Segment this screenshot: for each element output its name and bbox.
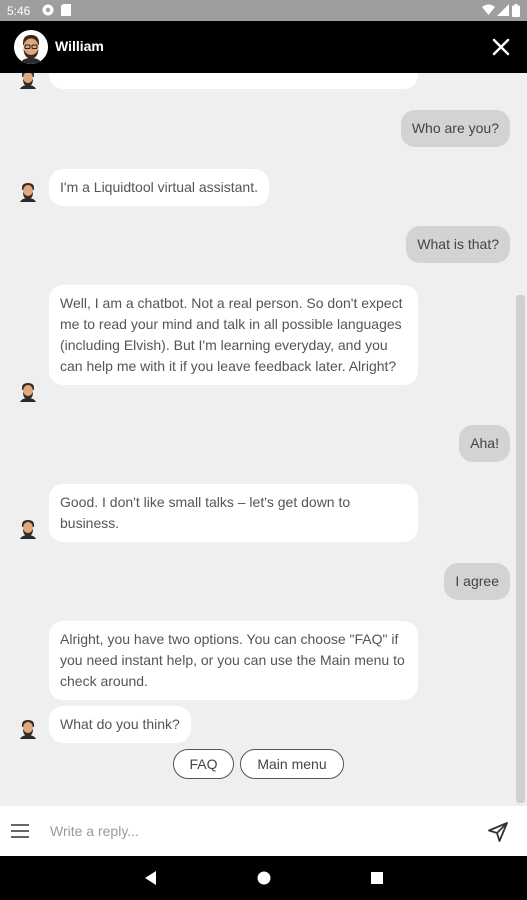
bot-message-bubble: What do you think?: [49, 706, 191, 743]
chat-header: William: [0, 21, 527, 73]
bot-message-bubble: Good. I don't like small talks – let's g…: [49, 484, 418, 542]
quick-reply-faq-button[interactable]: FAQ: [173, 749, 234, 779]
bot-avatar-icon: [20, 520, 36, 539]
user-message-bubble: Who are you?: [400, 110, 510, 147]
bot-message-bubble: Well, I am a chatbot. Not a real person.…: [49, 285, 418, 385]
bot-message-bubble: Alright, you have two options. You can c…: [49, 621, 418, 700]
back-icon[interactable]: [143, 870, 159, 886]
chat-transcript[interactable]: Who are you? I'm a Liquidtool virtual as…: [0, 73, 527, 806]
status-time: 5:46: [7, 4, 31, 18]
reply-input[interactable]: [50, 820, 450, 842]
user-message-bubble: What is that?: [406, 226, 510, 263]
bot-avatar-icon: [20, 183, 36, 202]
user-message-bubble: Aha!: [459, 425, 510, 462]
bot-avatar-icon: [20, 720, 36, 739]
send-icon[interactable]: [487, 821, 509, 843]
bot-avatar-icon: [20, 73, 36, 89]
signal-icon: [497, 4, 509, 16]
recents-icon[interactable]: [369, 870, 385, 886]
reply-composer: [0, 806, 527, 856]
chat-scrollbar[interactable]: [516, 295, 525, 803]
user-message-bubble: I agree: [444, 563, 510, 600]
system-navigation-bar: [0, 856, 527, 900]
quick-reply-main-menu-button[interactable]: Main menu: [240, 749, 344, 779]
wifi-icon: [482, 4, 495, 15]
bot-avatar-icon: [20, 383, 36, 402]
battery-icon: [512, 4, 520, 17]
sd-card-icon: [61, 4, 71, 16]
assistant-name: William: [55, 38, 104, 54]
close-icon[interactable]: [489, 35, 513, 59]
menu-icon[interactable]: [11, 823, 29, 839]
status-bar: 5:46: [0, 0, 527, 21]
previous-message-bubble: [49, 73, 418, 89]
notification-icon: [42, 4, 54, 16]
home-icon[interactable]: [256, 870, 272, 886]
bot-message-bubble: I'm a Liquidtool virtual assistant.: [49, 169, 269, 206]
avatar: [14, 30, 48, 64]
assistant-avatar-icon: [14, 30, 48, 64]
